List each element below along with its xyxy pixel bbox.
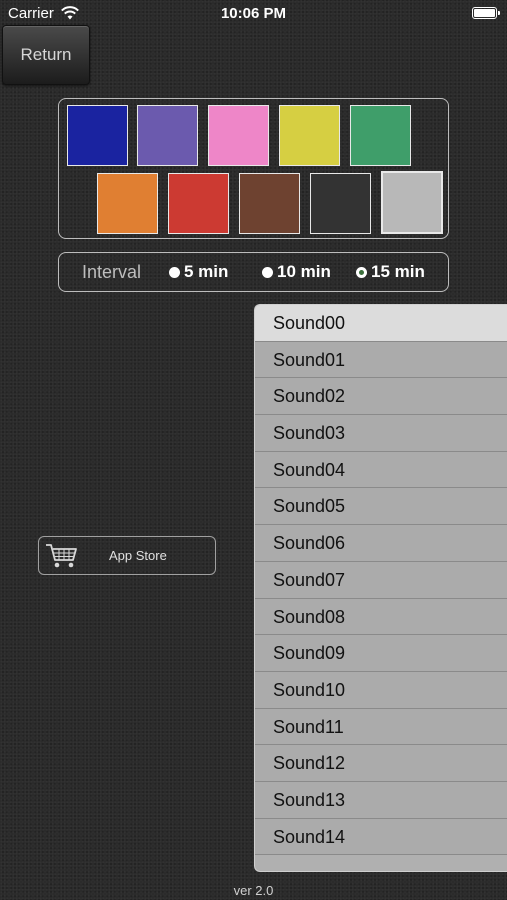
interval-option-label: 10 min bbox=[277, 262, 331, 281]
sound-item[interactable]: Sound01 bbox=[255, 341, 507, 379]
color-swatch-pink[interactable] bbox=[208, 105, 269, 166]
color-swatch-yellow[interactable] bbox=[279, 105, 340, 166]
version-label: ver 2.0 bbox=[233, 883, 274, 898]
interval-option-15min[interactable]: 15 min bbox=[356, 262, 425, 282]
interval-option-label: 15 min bbox=[371, 262, 425, 281]
interval-option-5min[interactable]: 5 min bbox=[169, 262, 228, 282]
sound-item[interactable]: Sound02 bbox=[255, 378, 507, 416]
sound-item[interactable]: Sound09 bbox=[255, 635, 507, 672]
color-palette bbox=[58, 98, 449, 239]
sound-item[interactable]: Sound05 bbox=[255, 488, 507, 526]
cart-icon bbox=[46, 544, 77, 568]
interval-option-10min[interactable]: 10 min bbox=[262, 262, 331, 282]
sound-item[interactable]: Sound10 bbox=[255, 671, 507, 709]
radio-icon bbox=[169, 266, 180, 278]
return-button[interactable]: Return bbox=[2, 25, 90, 85]
sound-item[interactable]: Sound13 bbox=[255, 781, 507, 819]
sound-item[interactable]: Sound06 bbox=[255, 525, 507, 562]
color-swatch-orange[interactable] bbox=[97, 173, 158, 234]
sound-item[interactable]: Sound07 bbox=[255, 561, 507, 599]
sound-item[interactable]: Sound14 bbox=[255, 818, 507, 856]
app-store-button[interactable]: App Store bbox=[38, 536, 216, 575]
color-swatch-red[interactable] bbox=[168, 173, 229, 234]
sound-item[interactable]: Sound08 bbox=[255, 598, 507, 636]
app-store-label: App Store bbox=[109, 548, 167, 563]
color-swatch-purple[interactable] bbox=[137, 105, 198, 166]
radio-icon bbox=[262, 266, 273, 278]
color-swatch-blue[interactable] bbox=[67, 105, 128, 166]
sound-item[interactable]: Sound11 bbox=[255, 708, 507, 746]
battery-icon bbox=[472, 7, 500, 19]
status-bar: Carrier 10:06 PM bbox=[0, 0, 507, 28]
sound-item[interactable]: Sound00 bbox=[255, 305, 507, 342]
sound-item[interactable]: Sound12 bbox=[255, 745, 507, 782]
color-swatch-brown[interactable] bbox=[239, 173, 300, 234]
interval-label: Interval bbox=[82, 262, 142, 282]
color-swatch-dark-gray[interactable] bbox=[310, 173, 371, 234]
sound-item[interactable]: Sound04 bbox=[255, 451, 507, 489]
color-swatch-light-gray[interactable] bbox=[381, 171, 443, 234]
interval-selector: Interval 5 min 10 min 15 min bbox=[58, 252, 449, 292]
status-time: 10:06 PM bbox=[220, 5, 287, 22]
radio-selected-icon bbox=[356, 266, 367, 278]
color-swatch-green[interactable] bbox=[350, 105, 411, 166]
sound-item[interactable]: Sound03 bbox=[255, 415, 507, 452]
interval-option-label: 5 min bbox=[184, 262, 229, 281]
sound-list[interactable]: Sound00 Sound01 Sound02 Sound03 Sound04 … bbox=[254, 304, 507, 872]
